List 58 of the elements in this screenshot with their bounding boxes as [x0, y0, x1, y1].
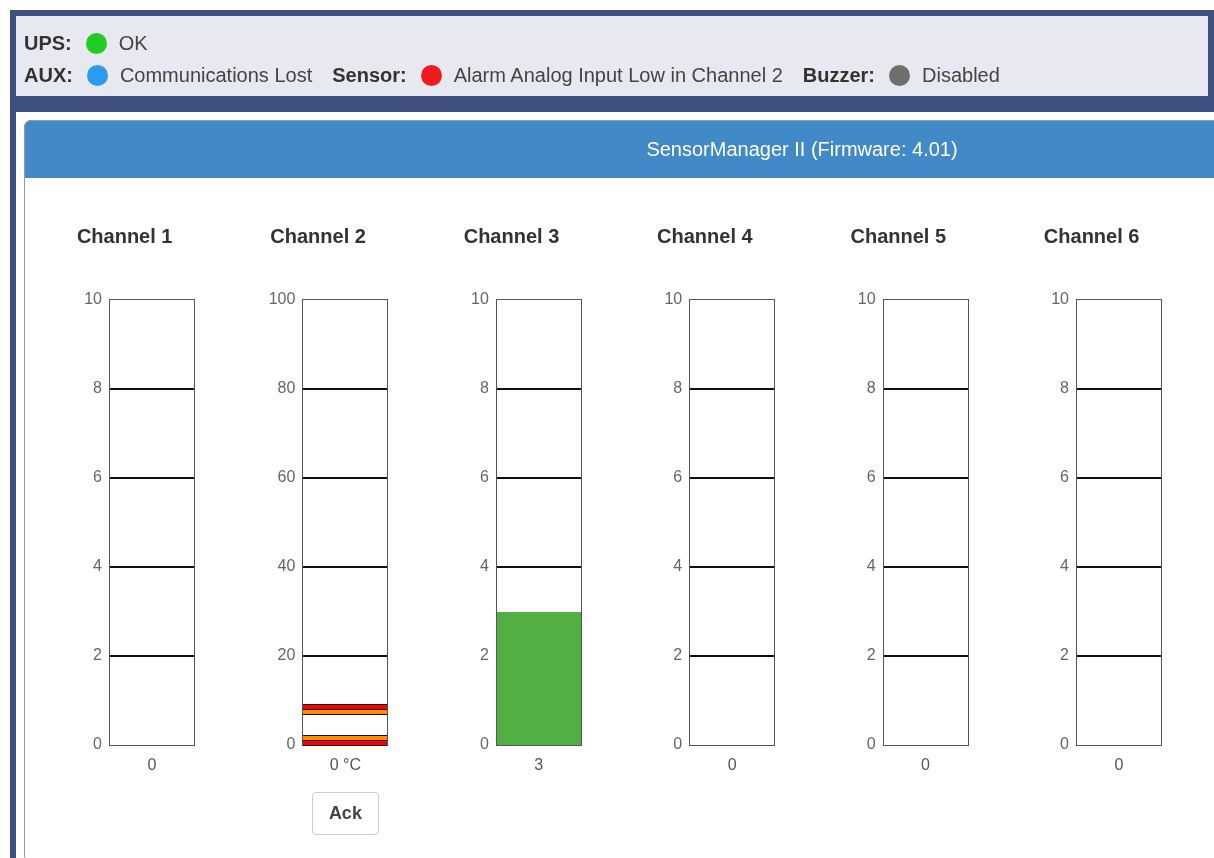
scale-label: 2	[93, 646, 102, 664]
scale-label: 6	[866, 468, 876, 486]
scale-label: 80	[277, 379, 296, 397]
scale-label: 4	[479, 557, 489, 575]
scale-label: 2	[479, 646, 489, 664]
scale-label: 0	[673, 735, 683, 753]
scale-label: 2	[866, 646, 876, 664]
scale-label: 2	[1060, 646, 1069, 664]
status-label: Buzzer:	[802, 63, 875, 87]
channel-reading: 0	[1114, 756, 1124, 774]
scale-label: 0	[479, 735, 489, 753]
scale-label: 4	[1060, 557, 1069, 575]
scale-label: 20	[277, 646, 296, 664]
scale-label: 8	[1060, 379, 1069, 397]
channel-title: Channel 6	[1042, 224, 1141, 248]
scale-label: 8	[93, 379, 102, 397]
status-text: Disabled	[922, 63, 1000, 87]
status-text: Alarm Analog Input Low in Channel 2	[453, 63, 783, 87]
scale-label: 0	[93, 735, 102, 753]
scale-label: 10	[84, 290, 102, 308]
status-label: Sensor:	[332, 63, 407, 87]
channel-title: Channel 2	[269, 224, 367, 248]
scale-label: 60	[277, 468, 296, 486]
status-text: Communications Lost	[119, 63, 313, 87]
scale-label: 6	[479, 468, 489, 486]
scale-label: 2	[673, 646, 683, 664]
scale-label: 8	[866, 379, 876, 397]
channel-reading: 0 °C	[329, 756, 362, 774]
scale-label: 6	[93, 468, 102, 486]
scale-label: 4	[673, 557, 683, 575]
channel-title: Channel 3	[462, 224, 561, 248]
scale-label: 0	[286, 735, 296, 753]
scale-label: 10	[1051, 290, 1069, 308]
scale-label: 0	[1060, 735, 1069, 753]
scale-label: 4	[93, 557, 102, 575]
scale-label: 6	[673, 468, 683, 486]
scale-label: 10	[471, 290, 489, 308]
channel-reading: 0	[921, 756, 930, 774]
status-text: OK	[118, 31, 148, 55]
channel-title: Channel 4	[656, 224, 754, 248]
channel-reading: 3	[534, 756, 544, 774]
scale-label: 40	[277, 557, 296, 575]
scale-label: 10	[664, 290, 683, 308]
channel-reading: 0	[727, 756, 737, 774]
channel-title: Channel 1	[75, 224, 174, 248]
channel-title: Channel 5	[849, 224, 948, 248]
scale-label: 10	[857, 290, 876, 308]
ack-button[interactable]: Ack	[311, 792, 379, 835]
channel-reading: 0	[147, 756, 157, 774]
status-label: AUX:	[24, 63, 73, 87]
scale-label: 8	[479, 379, 489, 397]
scale-label: 0	[866, 735, 876, 753]
scale-label: 6	[1060, 468, 1069, 486]
scale-label: 8	[673, 379, 683, 397]
scale-label: 100	[268, 290, 296, 308]
status-label: UPS:	[24, 31, 72, 55]
scale-label: 4	[866, 557, 876, 575]
panel-title: SensorManager II (Firmware: 4.01)	[646, 138, 958, 161]
